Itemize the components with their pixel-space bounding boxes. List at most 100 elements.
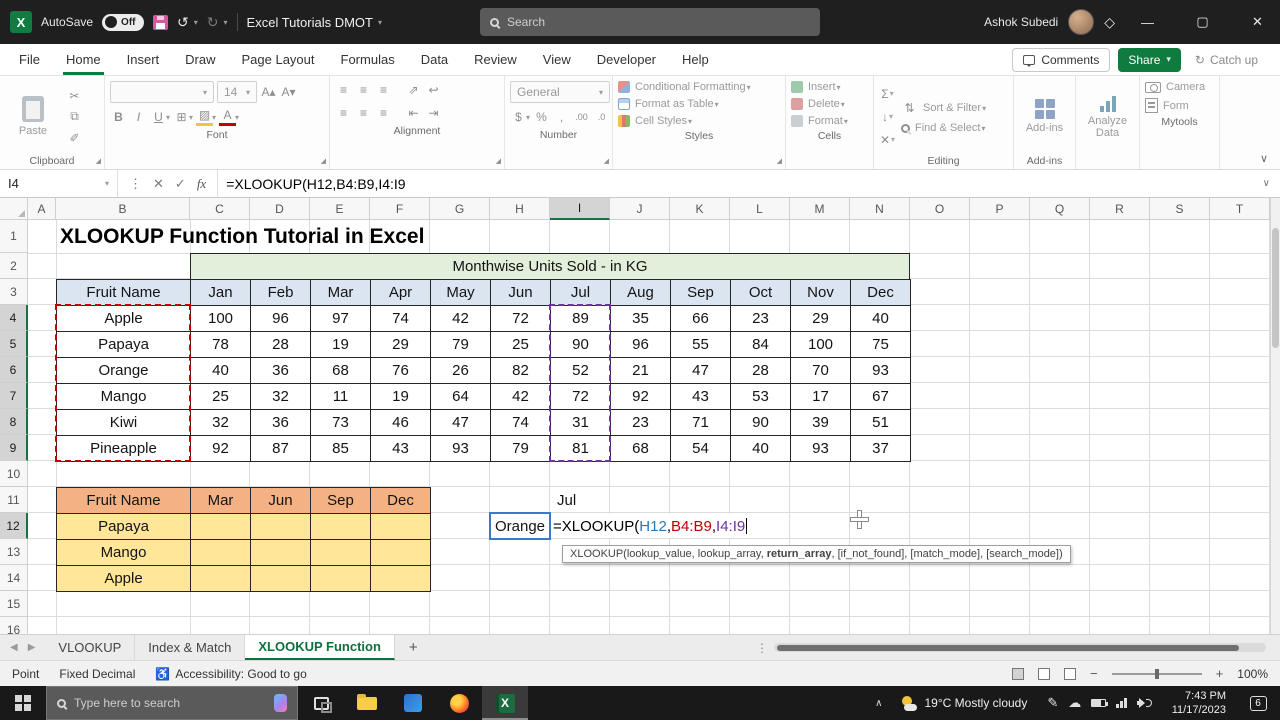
notification-center-button[interactable]: 6 <box>1236 695 1280 711</box>
table2-fruit-cell[interactable]: Papaya <box>57 514 191 540</box>
sheet-tab-xlookup-function[interactable]: XLOOKUP Function <box>245 635 395 660</box>
table1-value-cell[interactable]: 71 <box>671 410 731 436</box>
insert-function-icon[interactable]: fx <box>197 176 206 192</box>
maximize-button[interactable]: ▢ <box>1180 0 1225 44</box>
pen-icon[interactable]: ✎ <box>1047 695 1058 711</box>
align-left-icon[interactable]: ≡ <box>335 104 352 122</box>
scrollbar-thumb[interactable] <box>1272 228 1279 348</box>
table2-empty-cell[interactable] <box>311 566 371 592</box>
clear-icon[interactable]: ✕ ▾ <box>879 131 896 149</box>
percent-icon[interactable]: % <box>533 108 550 126</box>
cut-icon[interactable]: ✂ <box>66 87 83 105</box>
table1-value-cell[interactable]: 47 <box>431 410 491 436</box>
fill-down-icon[interactable]: ↓ ▾ <box>879 108 896 126</box>
decrease-decimal-icon[interactable]: .0 <box>593 108 610 126</box>
paste-button[interactable]: Paste <box>5 95 61 137</box>
table1-value-cell[interactable]: 47 <box>671 358 731 384</box>
column-header-H[interactable]: H <box>490 198 550 220</box>
column-header-P[interactable]: P <box>970 198 1030 220</box>
share-dropdown-icon[interactable]: ▾ <box>1166 54 1171 65</box>
table2-empty-cell[interactable] <box>251 540 311 566</box>
scrollbar-thumb[interactable] <box>777 644 1239 651</box>
table2-empty-cell[interactable] <box>371 514 431 540</box>
dialog-launcher-icon[interactable]: ◢ <box>496 157 501 165</box>
weather-widget[interactable]: 19°C Mostly cloudy <box>891 695 1038 712</box>
accessibility-status[interactable]: ♿ Accessibility: Good to go <box>155 667 306 681</box>
sheet-tab-index-match[interactable]: Index & Match <box>135 635 246 660</box>
zoom-level[interactable]: 100% <box>1237 667 1268 681</box>
table1-value-cell[interactable]: 39 <box>791 410 851 436</box>
cell-styles-button[interactable]: Cell Styles ▾ <box>618 115 780 127</box>
table1-fruit-cell[interactable]: Orange <box>57 358 191 384</box>
table2-empty-cell[interactable] <box>311 540 371 566</box>
sheet-tab-vlookup[interactable]: VLOOKUP <box>45 635 136 660</box>
column-header-N[interactable]: N <box>850 198 910 220</box>
table1-value-cell[interactable]: 31 <box>551 410 611 436</box>
column-header-G[interactable]: G <box>430 198 490 220</box>
table1-value-cell[interactable]: 40 <box>851 306 911 332</box>
zoom-in-button[interactable]: + <box>1216 666 1224 681</box>
table1-value-cell[interactable]: 87 <box>251 436 311 462</box>
wrap-text-icon[interactable]: ↩ <box>425 81 442 99</box>
title-dropdown-icon[interactable]: ▾ <box>378 18 382 27</box>
table1-fruit-cell[interactable]: Pineapple <box>57 436 191 462</box>
font-name-select[interactable]: ▾ <box>110 81 214 103</box>
comma-style-icon[interactable]: , <box>553 108 570 126</box>
cancel-icon[interactable]: ✕ <box>153 176 164 192</box>
blue-app-button[interactable] <box>390 686 436 720</box>
increase-indent-icon[interactable]: ⇥ <box>425 104 442 122</box>
analyze-data-button[interactable]: Analyze Data <box>1081 94 1134 139</box>
share-button[interactable]: Share ▾ <box>1118 47 1181 72</box>
font-color-dropdown-icon[interactable]: ▾ <box>235 113 239 122</box>
catch-up-button[interactable]: ↻ Catch up <box>1189 53 1264 67</box>
align-bottom-icon[interactable]: ≡ <box>375 81 392 99</box>
column-header-M[interactable]: M <box>790 198 850 220</box>
name-box-dropdown-icon[interactable]: ▾ <box>105 179 109 188</box>
bold-button[interactable]: B <box>110 108 127 126</box>
ribbon-tab-file[interactable]: File <box>6 44 53 75</box>
dialog-launcher-icon[interactable]: ◢ <box>96 157 101 165</box>
table1-value-cell[interactable]: 11 <box>311 384 371 410</box>
form-button[interactable]: Form <box>1145 98 1214 113</box>
undo-icon[interactable]: ↺ <box>177 14 189 31</box>
table1-value-cell[interactable]: 64 <box>431 384 491 410</box>
table1-value-cell[interactable]: 32 <box>251 384 311 410</box>
table1-value-cell[interactable]: 19 <box>311 332 371 358</box>
row-header-1[interactable]: 1 <box>0 220 28 253</box>
table1-value-cell[interactable]: 100 <box>191 306 251 332</box>
table1-value-cell[interactable]: 74 <box>491 410 551 436</box>
format-as-table-button[interactable]: Format as Table ▾ <box>618 98 780 110</box>
italic-button[interactable]: I <box>130 108 147 126</box>
table2-empty-cell[interactable] <box>251 514 311 540</box>
cell-I11[interactable]: Jul <box>550 487 610 513</box>
table1-value-cell[interactable]: 96 <box>611 332 671 358</box>
table1-value-cell[interactable]: 92 <box>191 436 251 462</box>
table1-value-cell[interactable]: 78 <box>191 332 251 358</box>
horizontal-scrollbar[interactable] <box>774 635 1266 660</box>
table1-value-cell[interactable]: 35 <box>611 306 671 332</box>
ribbon-tab-help[interactable]: Help <box>669 44 722 75</box>
table1-value-cell[interactable]: 25 <box>191 384 251 410</box>
column-header-C[interactable]: C <box>190 198 250 220</box>
table1-value-cell[interactable]: 73 <box>311 410 371 436</box>
table1-value-cell[interactable]: 19 <box>371 384 431 410</box>
table1-value-cell[interactable]: 79 <box>491 436 551 462</box>
table1-value-cell[interactable]: 75 <box>851 332 911 358</box>
delete-cells-button[interactable]: Delete ▾ <box>791 98 868 110</box>
onedrive-cloud-icon[interactable]: ☁ <box>1068 695 1081 711</box>
underline-dropdown-icon[interactable]: ▾ <box>166 113 170 122</box>
table1-value-cell[interactable]: 72 <box>491 306 551 332</box>
table1-value-cell[interactable]: 25 <box>491 332 551 358</box>
table1-value-cell[interactable]: 40 <box>191 358 251 384</box>
next-sheet-icon[interactable]: ▶ <box>28 642 36 653</box>
table2-empty-cell[interactable] <box>191 566 251 592</box>
table1-value-cell[interactable]: 97 <box>311 306 371 332</box>
table1-value-cell[interactable]: 90 <box>551 332 611 358</box>
autosum-icon[interactable]: Σ ▾ <box>879 85 896 103</box>
table1-value-cell[interactable]: 72 <box>551 384 611 410</box>
table1-value-cell[interactable]: 81 <box>551 436 611 462</box>
battery-icon[interactable] <box>1091 699 1109 707</box>
table1-value-cell[interactable]: 36 <box>251 410 311 436</box>
currency-dropdown-icon[interactable]: ▾ <box>526 113 530 122</box>
table1-fruit-cell[interactable]: Kiwi <box>57 410 191 436</box>
